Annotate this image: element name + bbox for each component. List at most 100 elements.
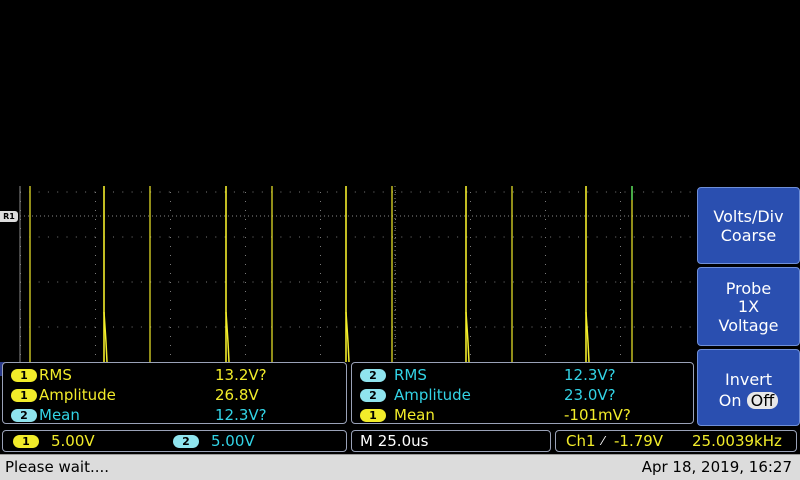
measurement-row: 1 Mean -101mV? bbox=[352, 405, 693, 425]
grid-dot bbox=[131, 326, 133, 328]
grid-dot bbox=[587, 191, 589, 193]
probe-type: Voltage bbox=[718, 316, 779, 335]
grid-dot bbox=[568, 326, 570, 328]
grid-dot bbox=[596, 191, 598, 193]
grid-dot bbox=[615, 236, 617, 238]
grid-dot bbox=[438, 326, 440, 328]
grid-dot bbox=[531, 191, 533, 193]
grid-dot bbox=[320, 264, 321, 265]
grid-dot bbox=[317, 326, 319, 328]
grid-dot bbox=[178, 191, 180, 193]
grid-dot bbox=[545, 354, 546, 355]
grid-dot bbox=[170, 345, 171, 346]
grid-dot bbox=[308, 236, 310, 238]
grid-dot bbox=[447, 326, 449, 328]
grid-dot bbox=[457, 281, 459, 283]
invert-toggle[interactable]: On Off bbox=[698, 391, 799, 410]
grid-dot bbox=[545, 273, 546, 274]
probe-button[interactable]: Probe 1X Voltage bbox=[697, 267, 800, 346]
grid-dot bbox=[470, 300, 471, 301]
grid-dot bbox=[308, 191, 310, 193]
probe-attenuation: 1X bbox=[737, 297, 760, 316]
grid-dot bbox=[178, 281, 180, 283]
grid-dot bbox=[47, 281, 49, 283]
grid-dot bbox=[652, 191, 654, 193]
grid-dot bbox=[245, 237, 246, 238]
measurement-row: 1 Amplitude 26.8V bbox=[3, 385, 346, 405]
grid-dot bbox=[470, 336, 471, 337]
grid-dot bbox=[605, 191, 607, 193]
grid-dot bbox=[159, 326, 161, 328]
grid-dot bbox=[320, 327, 321, 328]
grid-dot bbox=[170, 246, 171, 247]
trigger-readout[interactable]: Ch1 ⁄ -1.79V 25.0039kHz bbox=[555, 430, 797, 452]
grid-dot bbox=[620, 291, 621, 292]
grid-dot bbox=[170, 318, 171, 319]
grid-dot bbox=[395, 255, 396, 256]
grid-dot bbox=[131, 281, 133, 283]
volts-div-mode: Coarse bbox=[720, 226, 777, 245]
grid-dot bbox=[95, 327, 96, 328]
grid-dot bbox=[38, 236, 40, 238]
grid-dot bbox=[540, 281, 542, 283]
reference-marker-r1[interactable]: R1 bbox=[0, 211, 18, 222]
channel1-chip: 1 bbox=[11, 369, 37, 382]
grid-dot bbox=[395, 345, 396, 346]
grid-dot bbox=[131, 191, 133, 193]
grid-dot bbox=[419, 326, 421, 328]
grid-dot bbox=[540, 191, 542, 193]
grid-dot bbox=[57, 191, 59, 193]
grid-dot bbox=[168, 191, 170, 193]
measurement-panel-right[interactable]: 2 RMS 12.3V? 2 Amplitude 23.0V? 1 Mean -… bbox=[351, 362, 694, 424]
grid-dot bbox=[457, 236, 459, 238]
grid-dot bbox=[485, 236, 486, 238]
grid-dot bbox=[131, 236, 133, 238]
grid-dot bbox=[320, 255, 321, 256]
grid-dot bbox=[689, 191, 691, 193]
grid-dot bbox=[326, 236, 328, 238]
grid-dot bbox=[245, 228, 246, 229]
grid-dot bbox=[320, 336, 321, 337]
grid-dot bbox=[354, 191, 356, 193]
grid-dot bbox=[540, 326, 542, 328]
grid-dot bbox=[429, 326, 431, 328]
grid-dot bbox=[620, 219, 621, 220]
volts-div-button[interactable]: Volts/Div Coarse bbox=[697, 187, 800, 264]
grid-dot bbox=[475, 326, 477, 328]
grid-dot bbox=[85, 191, 87, 193]
grid-dot bbox=[503, 236, 505, 238]
grid-dot bbox=[373, 326, 375, 328]
grid-dot bbox=[470, 246, 471, 247]
grid-dot bbox=[206, 191, 207, 193]
grid-dot bbox=[485, 326, 486, 328]
grid-dot bbox=[280, 236, 282, 238]
grid-dot bbox=[215, 191, 217, 193]
channel-scale-readout[interactable]: 1 5.00V 2 5.00V bbox=[2, 430, 347, 452]
grid-dot bbox=[438, 236, 440, 238]
grid-dot bbox=[401, 236, 403, 238]
grid-dot bbox=[578, 236, 579, 238]
trigger-frequency: 25.0039kHz bbox=[692, 432, 782, 450]
measurement-panel-left[interactable]: 1 RMS 13.2V? 1 Amplitude 26.8V 2 Mean 12… bbox=[2, 362, 347, 424]
grid-dot bbox=[245, 300, 246, 301]
grid-dot bbox=[680, 191, 682, 193]
grid-dot bbox=[559, 191, 561, 193]
invert-button[interactable]: Invert On Off bbox=[697, 349, 800, 426]
grid-dot bbox=[140, 326, 142, 328]
measurement-value: 13.2V? bbox=[215, 366, 267, 384]
grid-dot bbox=[113, 326, 114, 328]
grid-dot bbox=[540, 236, 542, 238]
grid-dot bbox=[280, 191, 282, 193]
grid-dot bbox=[545, 210, 546, 211]
grid-dot bbox=[373, 281, 375, 283]
timebase-readout[interactable]: M 25.0us bbox=[351, 430, 551, 452]
grid-dot bbox=[170, 327, 171, 328]
grid-dot bbox=[624, 326, 626, 328]
grid-dot bbox=[475, 236, 477, 238]
grid-dot bbox=[633, 326, 635, 328]
grid-dot bbox=[245, 255, 246, 256]
grid-dot bbox=[545, 282, 546, 283]
grid-dot bbox=[38, 191, 40, 193]
grid-dot bbox=[320, 210, 321, 211]
grid-dot bbox=[578, 326, 579, 328]
